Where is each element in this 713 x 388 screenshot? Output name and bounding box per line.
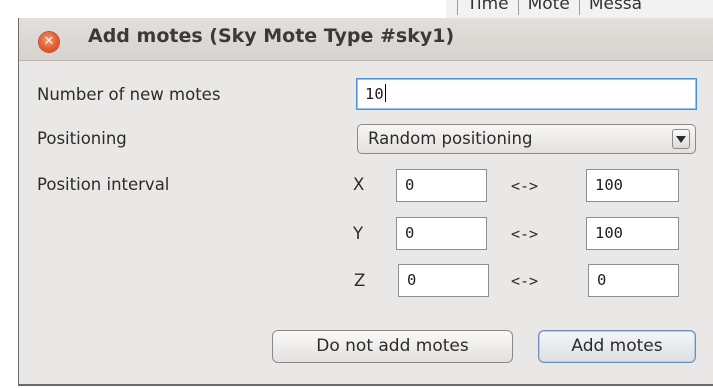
screen: Time Mote Messa ✕ Add motes (Sky Mote Ty… [0,0,713,388]
do-not-add-motes-button[interactable]: Do not add motes [272,330,513,363]
menu-item-messages[interactable]: Messa [578,0,651,15]
number-of-motes-label: Number of new motes [37,85,221,104]
number-of-motes-input[interactable]: 10 [356,78,697,110]
background-menu-bar: Time Mote Messa [457,0,651,15]
x-range-separator: <-> [511,177,539,195]
z-min-input[interactable]: 0 [398,264,489,297]
number-of-motes-value: 10 [365,85,384,103]
y-range-separator: <-> [511,225,539,243]
positioning-select[interactable]: Random positioning [357,124,696,154]
add-motes-button[interactable]: Add motes [538,330,696,363]
y-min-input[interactable]: 0 [396,217,487,250]
z-axis-label: Z [354,271,366,290]
text-caret [384,84,386,102]
dialog-titlebar: ✕ Add motes (Sky Mote Type #sky1) [19,18,713,61]
add-motes-dialog: ✕ Add motes (Sky Mote Type #sky1) Number… [18,18,713,386]
x-axis-label: X [353,175,365,194]
y-max-input[interactable]: 100 [586,217,679,250]
z-range-separator: <-> [511,272,539,290]
z-max-input[interactable]: 0 [588,264,679,297]
menu-item-time[interactable]: Time [457,0,518,15]
x-min-input[interactable]: 0 [396,169,487,202]
dialog-title: Add motes (Sky Mote Type #sky1) [88,25,455,47]
x-max-input[interactable]: 100 [586,169,679,202]
position-interval-label: Position interval [37,175,170,194]
positioning-selected-value: Random positioning [368,129,533,148]
positioning-label: Positioning [37,129,127,148]
y-axis-label: Y [353,224,364,243]
close-icon: ✕ [43,34,55,49]
menu-item-mote[interactable]: Mote [517,0,579,15]
chevron-down-icon[interactable] [672,129,690,149]
close-button[interactable]: ✕ [39,32,59,52]
